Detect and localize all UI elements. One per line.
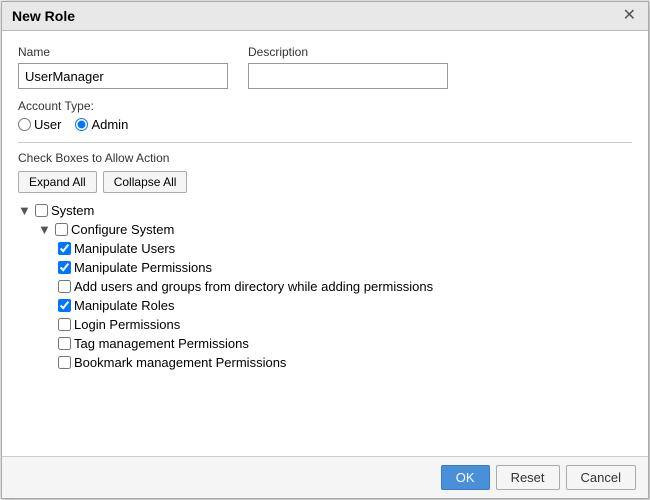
manipulate-permissions-checkbox[interactable] (58, 261, 71, 274)
configure-system-checkbox[interactable] (55, 223, 68, 236)
dialog-body: Name Description Account Type: User Admi… (2, 31, 648, 456)
name-group: Name (18, 45, 228, 89)
radio-group: User Admin (18, 117, 632, 132)
close-button[interactable]: ✕ (621, 8, 638, 24)
tree-item-configure-system: ▼ Configure System (38, 222, 632, 237)
manipulate-roles-label: Manipulate Roles (74, 298, 174, 313)
add-users-groups-label: Add users and groups from directory whil… (74, 279, 433, 294)
tree-container: ▼ System ▼ Configure System Manipulate U… (18, 203, 632, 370)
radio-user[interactable] (18, 118, 31, 131)
list-item: Manipulate Roles (58, 298, 632, 313)
divider (18, 142, 632, 143)
description-input[interactable] (248, 63, 448, 89)
list-item: Add users and groups from directory whil… (58, 279, 632, 294)
dialog-title: New Role (12, 8, 75, 24)
add-users-groups-checkbox[interactable] (58, 280, 71, 293)
description-group: Description (248, 45, 448, 89)
ok-button[interactable]: OK (441, 465, 490, 490)
radio-user-text: User (34, 117, 61, 132)
configure-system-label: Configure System (71, 222, 174, 237)
dialog-titlebar: New Role ✕ (2, 2, 648, 31)
system-toggle[interactable]: ▼ (18, 203, 32, 218)
radio-admin-text: Admin (91, 117, 128, 132)
manipulate-roles-checkbox[interactable] (58, 299, 71, 312)
manipulate-users-checkbox[interactable] (58, 242, 71, 255)
manipulate-users-label: Manipulate Users (74, 241, 175, 256)
bookmark-management-label: Bookmark management Permissions (74, 355, 286, 370)
reset-button[interactable]: Reset (496, 465, 560, 490)
check-boxes-label: Check Boxes to Allow Action (18, 151, 632, 165)
login-permissions-label: Login Permissions (74, 317, 180, 332)
description-label: Description (248, 45, 448, 59)
account-type-label: Account Type: (18, 99, 632, 113)
collapse-all-button[interactable]: Collapse All (103, 171, 188, 193)
cancel-button[interactable]: Cancel (566, 465, 636, 490)
list-item: Manipulate Permissions (58, 260, 632, 275)
system-label: System (51, 203, 94, 218)
system-checkbox[interactable] (35, 204, 48, 217)
expand-collapse-row: Expand All Collapse All (18, 171, 632, 193)
name-description-row: Name Description (18, 45, 632, 89)
list-item: Manipulate Users (58, 241, 632, 256)
tag-management-label: Tag management Permissions (74, 336, 249, 351)
manipulate-permissions-label: Manipulate Permissions (74, 260, 212, 275)
list-item: Bookmark management Permissions (58, 355, 632, 370)
list-item: Login Permissions (58, 317, 632, 332)
expand-all-button[interactable]: Expand All (18, 171, 97, 193)
tree-item-system: ▼ System (18, 203, 632, 218)
dialog-footer: OK Reset Cancel (2, 456, 648, 498)
bookmark-management-checkbox[interactable] (58, 356, 71, 369)
new-role-dialog: New Role ✕ Name Description Account Type… (1, 1, 649, 499)
tag-management-checkbox[interactable] (58, 337, 71, 350)
radio-user-label[interactable]: User (18, 117, 61, 132)
name-input[interactable] (18, 63, 228, 89)
account-type-row: Account Type: User Admin (18, 99, 632, 132)
configure-system-toggle[interactable]: ▼ (38, 222, 52, 237)
system-children: ▼ Configure System Manipulate Users Mani… (38, 222, 632, 370)
name-label: Name (18, 45, 228, 59)
login-permissions-checkbox[interactable] (58, 318, 71, 331)
radio-admin[interactable] (75, 118, 88, 131)
configure-system-children: Manipulate Users Manipulate Permissions … (58, 241, 632, 370)
list-item: Tag management Permissions (58, 336, 632, 351)
radio-admin-label[interactable]: Admin (75, 117, 128, 132)
